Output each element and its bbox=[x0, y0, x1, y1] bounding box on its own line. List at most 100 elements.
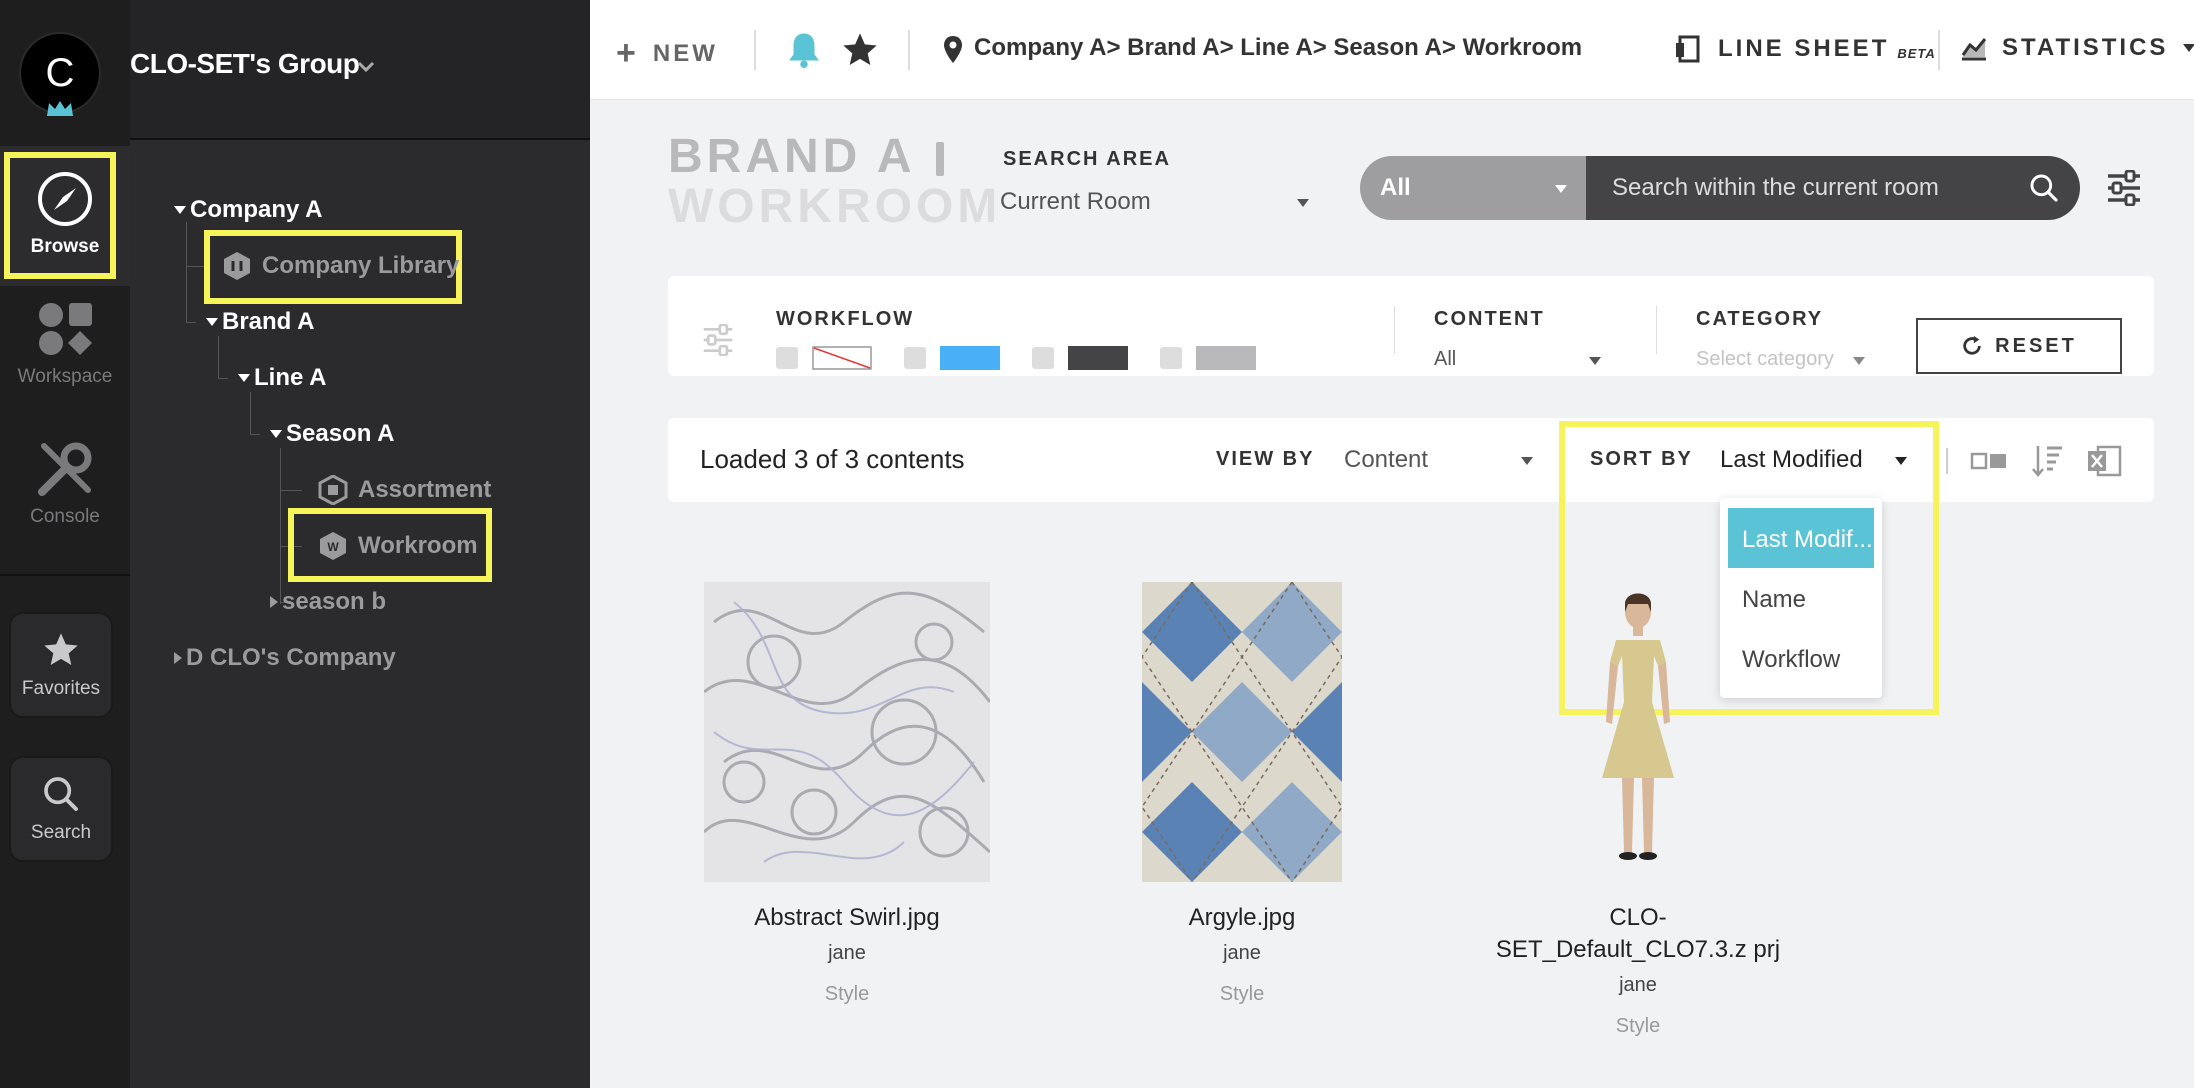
tree-line bbox=[250, 434, 260, 435]
workflow-label: WORKFLOW bbox=[776, 308, 915, 330]
sort-by-select[interactable]: Last Modified bbox=[1720, 446, 1863, 474]
rail-workspace-button[interactable]: Workspace bbox=[0, 300, 130, 410]
reset-button[interactable]: RESET bbox=[1916, 318, 2122, 374]
shapes-icon bbox=[39, 303, 92, 355]
checkbox[interactable] bbox=[1032, 347, 1054, 369]
divider bbox=[1656, 306, 1657, 354]
bell-icon[interactable] bbox=[786, 30, 822, 70]
sort-option-last-modified[interactable]: Last Modif... bbox=[1728, 508, 1874, 568]
tree-node-label: Assortment bbox=[358, 476, 492, 503]
expand-triangle-icon[interactable] bbox=[206, 318, 218, 326]
sort-order-icon[interactable] bbox=[2030, 444, 2064, 478]
tree-line bbox=[280, 490, 302, 491]
category-select[interactable]: Select category bbox=[1696, 348, 1834, 371]
search-scope-value: All bbox=[1380, 174, 1411, 201]
collapse-triangle-icon[interactable] bbox=[270, 596, 278, 608]
tree-node-season-a[interactable]: Season A bbox=[270, 420, 394, 448]
rail-favorites-button[interactable]: Favorites bbox=[9, 612, 113, 718]
reset-label: RESET bbox=[1995, 334, 2077, 357]
sort-by-label: SORT BY bbox=[1590, 448, 1693, 470]
workflow-option-none[interactable] bbox=[776, 346, 872, 370]
rail-divider bbox=[0, 574, 130, 576]
search-icon bbox=[44, 777, 78, 811]
library-hex-icon bbox=[224, 252, 250, 280]
caret-down-icon bbox=[1555, 185, 1567, 193]
caret-down-icon[interactable] bbox=[1296, 198, 1310, 208]
divider bbox=[1394, 306, 1395, 354]
content-name: Argyle.jpg bbox=[1188, 904, 1296, 931]
search-input[interactable] bbox=[1612, 172, 2012, 204]
workflow-swatch-blue bbox=[940, 346, 1000, 370]
rail-search-button[interactable]: Search bbox=[9, 756, 113, 862]
tree-node-d-clo-company[interactable]: D CLO's Company bbox=[174, 644, 396, 672]
tree-node-assortment[interactable]: Assortment bbox=[318, 475, 491, 505]
top-bar: + NEW Company A> Brand A> Line A> Season … bbox=[590, 0, 2194, 100]
statistics-button[interactable]: STATISTICS bbox=[1960, 34, 2194, 62]
collapse-triangle-icon[interactable] bbox=[174, 652, 182, 664]
avatar-letter: C bbox=[45, 50, 75, 95]
tree-node-label: Brand A bbox=[222, 308, 315, 335]
content-card[interactable]: Abstract Swirl.jpg jane Style bbox=[697, 582, 997, 1006]
expand-triangle-icon[interactable] bbox=[174, 206, 186, 214]
svg-text:W: W bbox=[327, 540, 339, 554]
group-header[interactable]: CLO-SET's Group bbox=[130, 0, 590, 140]
content-type: Style bbox=[1219, 983, 1265, 1005]
caret-down-icon[interactable] bbox=[1520, 456, 1534, 466]
view-by-select[interactable]: Content bbox=[1344, 446, 1428, 474]
category-label: CATEGORY bbox=[1696, 308, 1824, 330]
checkbox[interactable] bbox=[904, 347, 926, 369]
rail-browse-button[interactable]: Browse bbox=[0, 146, 130, 286]
tree-node-workroom[interactable]: W Workroom bbox=[318, 531, 478, 561]
search-scope-select[interactable]: All bbox=[1360, 156, 1586, 220]
tree-node-season-b[interactable]: season b bbox=[270, 588, 386, 616]
caret-down-icon[interactable] bbox=[1894, 456, 1908, 466]
search-area-select[interactable]: Current Room bbox=[1000, 188, 1151, 216]
tree-node-label: Workroom bbox=[358, 532, 478, 559]
star-icon[interactable] bbox=[840, 30, 880, 70]
tree-node-line-a[interactable]: Line A bbox=[238, 364, 326, 392]
divider bbox=[754, 30, 756, 70]
rail-console-label: Console bbox=[30, 506, 100, 527]
caret-down-icon[interactable] bbox=[1852, 356, 1866, 366]
filter-sliders-icon[interactable] bbox=[700, 324, 736, 356]
tree-node-brand-a[interactable]: Brand A bbox=[206, 308, 314, 336]
thumbnail-view-icon[interactable] bbox=[1970, 448, 2008, 474]
rail-console-button[interactable]: Console bbox=[0, 440, 130, 550]
expand-triangle-icon[interactable] bbox=[238, 374, 250, 382]
tree-line bbox=[186, 322, 196, 323]
expand-triangle-icon[interactable] bbox=[270, 430, 282, 438]
content-card[interactable]: CLO-SET_Default_CLO7.3.z prj jane Style bbox=[1488, 582, 1788, 1038]
tree-node-company-a[interactable]: Company A bbox=[174, 196, 322, 224]
breadcrumb[interactable]: Company A> Brand A> Line A> Season A> Wo… bbox=[974, 34, 1582, 62]
caret-down-icon[interactable] bbox=[1588, 356, 1602, 366]
checkbox[interactable] bbox=[1160, 347, 1182, 369]
tree-node-label: season b bbox=[282, 588, 387, 615]
line-sheet-label: LINE SHEET bbox=[1718, 35, 1890, 62]
folder-tree-panel: CLO-SET's Group Company A Company Librar… bbox=[130, 0, 590, 1088]
excel-export-icon[interactable] bbox=[2086, 444, 2122, 478]
content-select[interactable]: All bbox=[1434, 348, 1456, 371]
search-icon[interactable] bbox=[2028, 172, 2060, 204]
workflow-swatch-dark bbox=[1068, 346, 1128, 370]
content-card[interactable]: Argyle.jpg jane Style bbox=[1092, 582, 1392, 1006]
checkbox[interactable] bbox=[776, 347, 798, 369]
divider bbox=[1938, 30, 1940, 70]
content-type: Style bbox=[824, 983, 870, 1005]
location-pin-icon bbox=[944, 36, 962, 63]
beta-badge: BETA bbox=[1897, 45, 1936, 61]
workflow-option-blue[interactable] bbox=[904, 346, 1000, 370]
workflow-option-dark[interactable] bbox=[1032, 346, 1128, 370]
chart-icon bbox=[1961, 38, 1987, 61]
workflow-option-gray[interactable] bbox=[1160, 346, 1256, 370]
loaded-count: Loaded 3 of 3 contents bbox=[700, 444, 965, 474]
search-area-label: SEARCH AREA bbox=[1003, 148, 1171, 170]
page-title-line1: BRAND A bbox=[668, 130, 916, 183]
content-type: Style bbox=[1615, 1015, 1661, 1037]
new-button[interactable]: + NEW bbox=[616, 34, 718, 73]
group-name: CLO-SET's Group bbox=[130, 48, 360, 79]
content-owner: jane bbox=[1619, 974, 1657, 996]
tree-node-company-library[interactable]: Company Library bbox=[222, 251, 459, 281]
sliders-icon[interactable] bbox=[2104, 170, 2144, 206]
line-sheet-button[interactable]: LINE SHEET BETA bbox=[1674, 34, 1936, 64]
content-owner: jane bbox=[1223, 942, 1261, 964]
